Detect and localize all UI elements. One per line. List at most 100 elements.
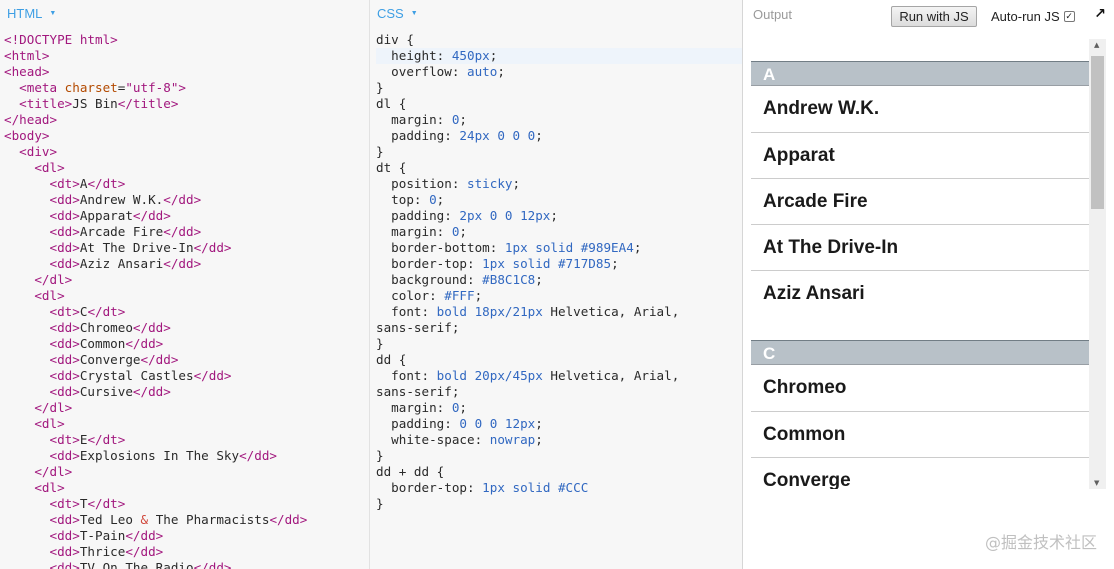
chevron-down-icon[interactable]: ▼ <box>411 10 418 17</box>
html-editor[interactable]: <!DOCTYPE html> <html> <head> <meta charse… <box>4 32 369 569</box>
code-token: dl { <box>376 96 407 111</box>
code-token: <dt> <box>49 176 80 191</box>
popout-arrow-icon[interactable]: ↗ <box>1094 6 1106 22</box>
code-line: background: #B8C1C8; <box>376 272 742 288</box>
code-token: Helvetica, Arial, <box>542 368 680 383</box>
code-token: </dd> <box>125 336 164 351</box>
code-token: </dd> <box>125 528 164 543</box>
output-frame[interactable]: A Andrew W.K. Apparat Arcade Fire At The Dri… <box>751 39 1106 489</box>
scroll-up-icon[interactable]: ▲ <box>1094 41 1099 49</box>
css-panel-tab[interactable]: CSS ▼ <box>377 6 418 21</box>
code-token: </dl> <box>34 400 73 415</box>
code-token: #FFF <box>444 288 475 303</box>
code-token: position: <box>376 176 467 191</box>
code-token: <dd> <box>49 320 80 335</box>
code-token: <title> <box>19 96 73 111</box>
code-token: </dd> <box>140 352 179 367</box>
code-token: Chromeo <box>79 320 133 335</box>
code-line: dd { <box>376 352 742 368</box>
code-token: </dd> <box>193 240 232 255</box>
code-line: margin: 0; <box>376 112 742 128</box>
code-token: } <box>376 336 384 351</box>
code-token: </dd> <box>193 368 232 383</box>
code-line: padding: 2px 0 0 12px; <box>376 208 742 224</box>
artist-item: Andrew W.K. <box>763 98 880 119</box>
code-token: #B8C1C8 <box>482 272 536 287</box>
code-token: Andrew W.K. <box>79 192 164 207</box>
css-editor[interactable]: div { height: 450px; overflow: auto;} dl … <box>376 32 742 512</box>
code-line: <dt>C</dt> <box>4 304 369 320</box>
code-line: <dl> <box>4 416 369 432</box>
code-token: T-Pain <box>79 528 126 543</box>
artist-item: Converge <box>751 457 1089 489</box>
code-line: } <box>376 144 742 160</box>
code-token: <dd> <box>49 208 80 223</box>
code-token: ; <box>497 64 505 79</box>
code-token: 1px solid #CCC <box>482 480 589 495</box>
auto-run-checkbox[interactable]: ✓ <box>1063 11 1075 22</box>
code-line: <dt>E</dt> <box>4 432 369 448</box>
code-line: <dl> <box>4 480 369 496</box>
code-line: <dd>Cursive</dd> <box>4 384 369 400</box>
code-line: div { <box>376 32 742 48</box>
code-line: white-space: nowrap; <box>376 432 742 448</box>
code-line: height: 450px; <box>376 48 742 64</box>
css-panel-label: CSS <box>377 6 404 21</box>
code-line: top: 0; <box>376 192 742 208</box>
artist-item: Arcade Fire <box>751 178 1089 224</box>
code-token: } <box>376 80 384 95</box>
code-line: overflow: auto; <box>376 64 742 80</box>
html-panel-tab[interactable]: HTML ▼ <box>7 6 56 21</box>
code-token: </dd> <box>193 560 232 569</box>
code-line: <!DOCTYPE html> <box>4 32 369 48</box>
code-line: border-top: 1px solid #717D85; <box>376 256 742 272</box>
code-line: <dd>Apparat</dd> <box>4 208 369 224</box>
code-line: <body> <box>4 128 369 144</box>
code-token: top: <box>376 192 430 207</box>
code-token: <dt> <box>49 432 80 447</box>
artist-item: Apparat <box>751 132 1089 178</box>
code-token: <dd> <box>49 256 80 271</box>
code-token: <dd> <box>49 240 80 255</box>
code-token: 0 <box>429 192 437 207</box>
auto-run-toggle[interactable]: Auto-run JS ✓ <box>991 9 1075 24</box>
chevron-down-icon[interactable]: ▼ <box>49 10 56 17</box>
code-line: </head> <box>4 112 369 128</box>
code-token: padding: <box>376 128 460 143</box>
code-line: <dl> <box>4 160 369 176</box>
output-scrollbar[interactable]: ▲ ▼ <box>1089 39 1106 489</box>
code-token: } <box>376 144 384 159</box>
code-token: <dd> <box>49 336 80 351</box>
code-token: margin: <box>376 224 452 239</box>
code-line: font: bold 20px/45px Helvetica, Arial, <box>376 368 742 384</box>
code-token: Helvetica, Arial, <box>542 304 680 319</box>
code-line: <dd>Andrew W.K.</dd> <box>4 192 369 208</box>
code-token: ; <box>436 192 445 207</box>
run-with-js-button[interactable]: Run with JS <box>891 6 977 27</box>
code-line: <dt>A</dt> <box>4 176 369 192</box>
scroll-down-icon[interactable]: ▼ <box>1094 479 1099 487</box>
group-header: C <box>751 340 1089 365</box>
scrollbar-thumb[interactable] <box>1091 56 1104 209</box>
code-token: <dd> <box>49 224 80 239</box>
html-panel: HTML ▼ <!DOCTYPE html> <html> <head> <meta… <box>0 0 370 569</box>
code-token: ; <box>633 240 642 255</box>
code-token: sans-serif; <box>376 384 460 399</box>
code-line: } <box>376 448 742 464</box>
code-token: </dd> <box>269 512 308 527</box>
artist-item: Chromeo <box>763 377 847 398</box>
code-token: </dd> <box>125 544 164 559</box>
code-line: color: #FFF; <box>376 288 742 304</box>
artist-list: A Andrew W.K. Apparat Arcade Fire At The Dri… <box>751 39 1089 489</box>
